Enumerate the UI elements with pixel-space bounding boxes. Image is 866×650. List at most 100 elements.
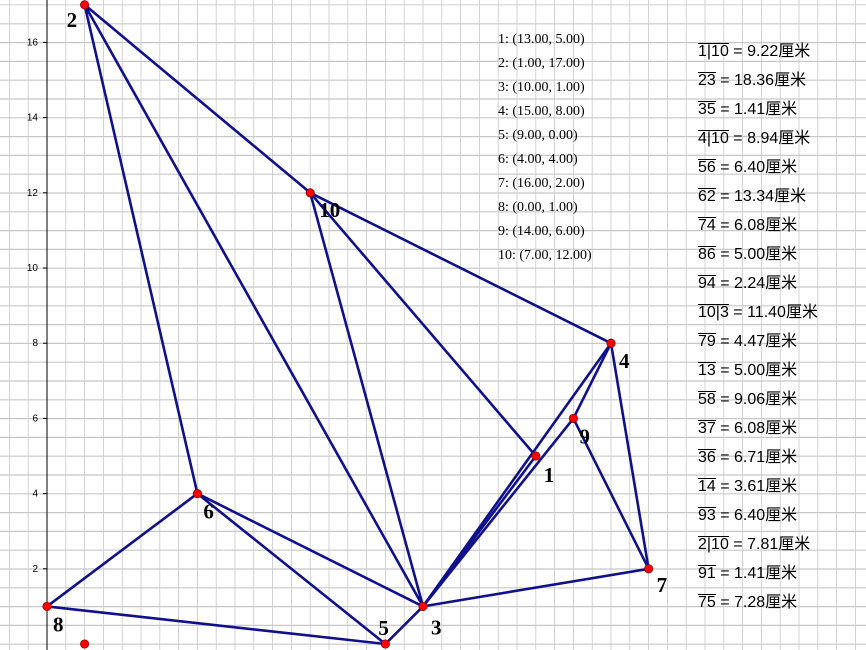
segment-name: 37 <box>698 420 716 437</box>
point-label-8: 8 <box>53 612 64 636</box>
segment-name: 93 <box>698 507 716 524</box>
segment-name: 36 <box>698 449 716 466</box>
measurement-item: 37 = 6.08厘米 <box>698 414 818 443</box>
point-label-10: 10 <box>319 198 340 222</box>
measurement-item: 36 = 6.71厘米 <box>698 443 818 472</box>
segment-name: 23 <box>698 72 716 89</box>
segment-name: 62 <box>698 188 716 205</box>
segment-length: = 6.71厘米 <box>715 449 798 466</box>
segment-length: = 7.81厘米 <box>728 536 811 553</box>
y-tick-label: 16 <box>27 37 39 48</box>
point-3 <box>418 601 428 611</box>
measurement-list: 1|10 = 9.22厘米 23 = 18.36厘米 35 = 1.41厘米 4|10… <box>698 37 818 617</box>
y-tick-label: 2 <box>32 564 38 575</box>
segment-name: 86 <box>698 246 716 263</box>
coordinate-item: 2: (1.00, 17.00) <box>498 56 585 71</box>
measurement-item: 13 = 5.00厘米 <box>698 356 818 385</box>
coordinate-item: 3: (10.00, 1.00) <box>498 80 585 95</box>
segment-name: 13 <box>698 362 716 379</box>
measurement-item: 86 = 5.00厘米 <box>698 240 818 269</box>
coordinate-item: 1: (13.00, 5.00) <box>498 32 585 47</box>
segment-name: 79 <box>698 333 716 350</box>
point-1 <box>531 451 541 461</box>
point-4 <box>606 338 616 348</box>
measurement-item: 91 = 1.41厘米 <box>698 559 818 588</box>
segment-length: = 9.06厘米 <box>715 391 798 408</box>
y-tick-label: 8 <box>32 338 38 349</box>
measurement-item: 1|10 = 9.22厘米 <box>698 37 818 66</box>
point-5 <box>380 639 390 649</box>
y-tick-label: 10 <box>27 263 39 274</box>
measurement-item: 14 = 3.61厘米 <box>698 472 818 501</box>
segment-length: = 3.61厘米 <box>715 478 798 495</box>
point-label-2: 2 <box>67 8 78 32</box>
measurement-item: 10|3 = 11.40厘米 <box>698 298 818 327</box>
measurement-item: 62 = 13.34厘米 <box>698 182 818 211</box>
segment-length: = 6.40厘米 <box>715 507 798 524</box>
coordinate-item: 10: (7.00, 12.00) <box>498 248 592 263</box>
segment-length: = 8.94厘米 <box>728 130 811 147</box>
point-label-9: 9 <box>579 424 590 448</box>
measurement-item: 58 = 9.06厘米 <box>698 385 818 414</box>
measurement-item: 93 = 6.40厘米 <box>698 501 818 530</box>
y-tick-label: 12 <box>27 188 39 199</box>
measurement-item: 79 = 4.47厘米 <box>698 327 818 356</box>
measurement-item: 2|10 = 7.81厘米 <box>698 530 818 559</box>
coordinate-list: 1: (13.00, 5.00) 2: (1.00, 17.00) 3: (10.0… <box>498 28 592 268</box>
coordinate-item: 8: (0.00, 1.00) <box>498 200 578 215</box>
point-8 <box>42 601 52 611</box>
segment-name: 14 <box>698 478 716 495</box>
segment-length: = 9.22厘米 <box>728 43 811 60</box>
point-label-1: 1 <box>544 463 555 487</box>
point-label-3: 3 <box>431 615 442 639</box>
coordinate-item: 5: (9.00, 0.00) <box>498 128 578 143</box>
coordinate-item: 6: (4.00, 4.00) <box>498 152 578 167</box>
segment-name: 56 <box>698 159 716 176</box>
segment-length: = 6.08厘米 <box>715 420 798 437</box>
segment-name: 58 <box>698 391 716 408</box>
point-label-5: 5 <box>378 616 389 640</box>
y-tick-label: 6 <box>32 413 38 424</box>
point-label-6: 6 <box>203 500 214 524</box>
segment-name: 94 <box>698 275 716 292</box>
point-9 <box>568 413 578 423</box>
segment-length: = 1.41厘米 <box>715 565 798 582</box>
measurement-item: 75 = 7.28厘米 <box>698 588 818 617</box>
coordinate-item: 9: (14.00, 6.00) <box>498 224 585 239</box>
point-2 <box>80 0 90 10</box>
segment-length: = 11.40厘米 <box>728 304 818 321</box>
point-6 <box>192 489 202 499</box>
point-label-7: 7 <box>657 573 668 597</box>
segment-length: = 6.08厘米 <box>715 217 798 234</box>
measurement-item: 94 = 2.24厘米 <box>698 269 818 298</box>
segment-length: = 13.34厘米 <box>715 188 807 205</box>
point-label-4: 4 <box>619 349 630 373</box>
segment-name: 35 <box>698 101 716 118</box>
segment-name: 1|10 <box>698 43 729 60</box>
point-7 <box>644 564 654 574</box>
segment-name: 4|10 <box>698 130 729 147</box>
measurement-item: 4|10 = 8.94厘米 <box>698 124 818 153</box>
segment-length: = 7.28厘米 <box>715 594 798 611</box>
segment-length: = 6.40厘米 <box>715 159 798 176</box>
measurement-item: 35 = 1.41厘米 <box>698 95 818 124</box>
segment-name: 75 <box>698 594 716 611</box>
segment-length: = 5.00厘米 <box>715 246 798 263</box>
segment-name: 74 <box>698 217 716 234</box>
point-10 <box>305 188 315 198</box>
segment-length: = 1.41厘米 <box>715 101 798 118</box>
y-tick-label: 4 <box>32 489 38 500</box>
segment-length: = 4.47厘米 <box>715 333 798 350</box>
measurement-item: 56 = 6.40厘米 <box>698 153 818 182</box>
segment-length: = 2.24厘米 <box>715 275 798 292</box>
segment-length: = 18.36厘米 <box>715 72 807 89</box>
point-extra <box>80 639 90 649</box>
segment-name: 10|3 <box>698 304 729 321</box>
segment-length: = 5.00厘米 <box>715 362 798 379</box>
segment-name: 2|10 <box>698 536 729 553</box>
measurement-item: 23 = 18.36厘米 <box>698 66 818 95</box>
measurement-item: 74 = 6.08厘米 <box>698 211 818 240</box>
coordinate-item: 7: (16.00, 2.00) <box>498 176 585 191</box>
coordinate-item: 4: (15.00, 8.00) <box>498 104 585 119</box>
y-tick-label: 14 <box>27 113 39 124</box>
